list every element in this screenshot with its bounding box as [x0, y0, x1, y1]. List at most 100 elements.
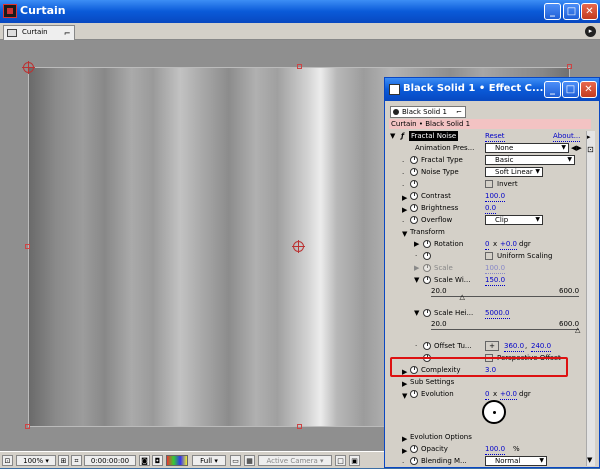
uniform-scaling-checkbox[interactable] — [485, 252, 493, 260]
snapshot-icon[interactable]: ◙ — [139, 455, 150, 466]
reset-link[interactable]: Reset — [485, 131, 505, 142]
panel-menu-icon[interactable]: ▸ — [585, 26, 596, 37]
channel-icon[interactable] — [166, 455, 188, 466]
panel-options-icon[interactable]: ⊡ — [587, 145, 594, 154]
slider-thumb-icon[interactable]: △ — [575, 324, 580, 336]
offset-x-value[interactable]: 360.0 — [504, 341, 525, 352]
toggle-pixel-icon[interactable]: ▣ — [349, 455, 360, 466]
scroll-down-icon[interactable]: ▼ — [587, 456, 592, 464]
panel-minimize-button[interactable]: _ — [544, 81, 561, 98]
rotation-value[interactable]: +0.0 — [500, 239, 517, 250]
noise-type-dropdown[interactable]: Soft Linear ▼ — [485, 167, 543, 177]
stopwatch-icon[interactable] — [423, 342, 431, 350]
maximize-button[interactable]: □ — [563, 3, 580, 20]
expand-arrow-icon[interactable]: ▼ — [390, 130, 395, 142]
invert-label: Invert — [497, 180, 518, 188]
evolution-angle-dial[interactable] — [482, 400, 506, 424]
camera-dropdown[interactable]: Active Camera ▾ — [258, 455, 332, 466]
effect-name[interactable]: Fractal Noise — [409, 131, 459, 141]
stopwatch-icon[interactable] — [410, 457, 418, 465]
breadcrumb: Curtain • Black Solid 1 — [389, 119, 591, 129]
opacity-value[interactable]: 100.0 — [485, 444, 506, 455]
panel-maximize-button[interactable]: □ — [562, 81, 579, 98]
animation-presets-dropdown[interactable]: None ▼ — [485, 143, 569, 153]
always-preview-icon[interactable]: ⊡ — [2, 455, 13, 466]
layer-center-icon[interactable] — [292, 240, 305, 253]
stopwatch-icon[interactable] — [423, 276, 431, 284]
panel-tab-close-icon[interactable]: ⌐ — [456, 107, 462, 117]
stopwatch-icon[interactable] — [423, 309, 431, 317]
about-link[interactable]: About... — [553, 131, 581, 142]
blending-mode-row: · Blending M... Normal ▼ — [389, 455, 587, 467]
stopwatch-icon[interactable] — [410, 180, 418, 188]
fractal-type-dropdown[interactable]: Basic ▼ — [485, 155, 575, 165]
panel-titlebar[interactable]: Black Solid 1 • Effect C... _ □ ✕ — [385, 78, 599, 101]
panel-menu-arrow-icon[interactable]: ▸ — [587, 133, 591, 141]
effect-controls-panel: Black Solid 1 • Effect C... _ □ ✕ Black … — [384, 77, 600, 468]
collapse-arrow-icon[interactable]: ▼ — [414, 274, 419, 286]
panel-scrollbar[interactable]: ▸ ⊡ ▼ — [586, 131, 595, 466]
scale-width-slider[interactable]: △ — [431, 293, 579, 301]
grid-icon[interactable]: ⌗ — [71, 455, 82, 466]
evolution-turns[interactable]: 0 — [485, 389, 490, 400]
window-titlebar[interactable]: Curtain _ □ ✕ — [0, 0, 600, 23]
expand-arrow-icon[interactable]: ▶ — [414, 262, 419, 274]
stopwatch-icon[interactable] — [423, 252, 431, 260]
safe-zones-icon[interactable]: ⊞ — [58, 455, 69, 466]
fractal-type-row: · Fractal Type Basic ▼ — [389, 154, 587, 166]
rotation-turns[interactable]: 0 — [485, 239, 490, 250]
preset-prev-icon[interactable]: ◀▶ — [571, 142, 582, 154]
collapse-arrow-icon[interactable]: ▼ — [414, 307, 419, 319]
stopwatch-icon[interactable] — [410, 204, 418, 212]
stopwatch-icon[interactable] — [423, 240, 431, 248]
crosshair-icon[interactable]: + — [485, 341, 499, 351]
scale-height-value[interactable]: 5000.0 — [485, 308, 510, 319]
blending-mode-value: Normal — [495, 457, 521, 465]
scale-height-slider[interactable]: △ — [431, 326, 580, 334]
offset-y-value[interactable]: 240.0 — [531, 341, 552, 352]
slider-thumb-icon[interactable]: △ — [460, 291, 465, 303]
transparency-grid-icon[interactable]: ▦ — [244, 455, 255, 466]
stopwatch-icon[interactable] — [410, 156, 418, 164]
offset-turbulence-label: Offset Tu... — [434, 342, 472, 350]
collapse-arrow-icon[interactable]: ▼ — [402, 390, 407, 402]
region-of-interest-icon[interactable]: ▭ — [230, 455, 241, 466]
expand-arrow-icon[interactable]: ▶ — [414, 238, 419, 250]
evolution-value[interactable]: +0.0 — [500, 389, 517, 400]
tab-curtain[interactable]: Curtain ⌐ — [3, 25, 75, 40]
overflow-dropdown[interactable]: Clip ▼ — [485, 215, 543, 225]
tab-black-solid[interactable]: Black Solid 1 ⌐ — [390, 106, 466, 118]
layout-icon[interactable]: □ — [335, 455, 346, 466]
layer-handle[interactable] — [567, 64, 572, 69]
stopwatch-icon[interactable] — [410, 445, 418, 453]
magnification-dropdown[interactable]: 100% ▾ — [16, 455, 56, 466]
scale-value[interactable]: 100.0 — [485, 263, 506, 274]
resolution-dropdown[interactable]: Full ▾ — [192, 455, 226, 466]
layer-handle[interactable] — [25, 244, 30, 249]
invert-checkbox[interactable] — [485, 180, 493, 188]
anchor-point-icon[interactable] — [22, 61, 35, 74]
stopwatch-icon[interactable] — [423, 264, 431, 272]
stopwatch-icon[interactable] — [410, 168, 418, 176]
show-snapshot-icon[interactable]: ◘ — [152, 455, 163, 466]
layer-handle[interactable] — [297, 424, 302, 429]
contrast-value[interactable]: 100.0 — [485, 191, 506, 202]
fx-icon[interactable]: ƒ — [401, 130, 404, 142]
scale-width-value[interactable]: 150.0 — [485, 275, 506, 286]
stopwatch-icon[interactable] — [410, 390, 418, 398]
stopwatch-icon[interactable] — [410, 216, 418, 224]
dropdown-arrow-icon: ▼ — [535, 168, 540, 175]
layer-handle[interactable] — [297, 64, 302, 69]
tab-close-icon[interactable]: ⌐ — [64, 27, 71, 40]
stopwatch-icon[interactable] — [410, 192, 418, 200]
blending-mode-dropdown[interactable]: Normal ▼ — [485, 456, 547, 466]
timecode-display[interactable]: 0:00:00:00 — [84, 455, 136, 466]
panel-close-button[interactable]: ✕ — [580, 81, 597, 98]
minimize-button[interactable]: _ — [544, 3, 561, 20]
brightness-value[interactable]: 0.0 — [485, 203, 497, 214]
evolution-label: Evolution — [421, 390, 454, 398]
close-button[interactable]: ✕ — [581, 3, 598, 20]
layer-handle[interactable] — [25, 424, 30, 429]
noise-type-label: Noise Type — [421, 168, 459, 176]
app-icon — [3, 4, 17, 18]
